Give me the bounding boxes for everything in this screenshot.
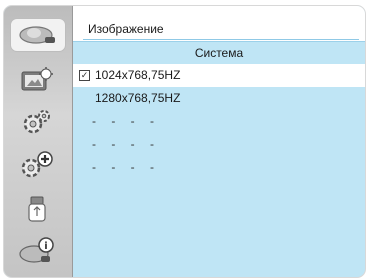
osd-menu-frame: i Изображение Система ✓ 1024x768,75HZ 12… (3, 5, 366, 278)
checkbox[interactable]: ✓ (79, 70, 90, 81)
projector-info-icon: i (19, 237, 54, 263)
list-item-label: - - - - (92, 160, 160, 174)
projector-icon (19, 26, 55, 44)
list-item[interactable]: - - - - (73, 110, 365, 133)
sidebar-item-expanded-setup[interactable] (14, 149, 60, 181)
svg-text:i: i (44, 241, 47, 252)
submenu-title: Система (73, 42, 365, 64)
list-item-label: - - - - (92, 137, 160, 151)
list-item[interactable]: - - - - (73, 156, 365, 179)
list-item-label: 1280x768,75HZ (95, 91, 181, 105)
sidebar-item-usb[interactable] (14, 193, 60, 225)
list-item[interactable]: - - - - (73, 133, 365, 156)
page-title: Изображение (88, 22, 164, 36)
resolution-list: ✓ 1024x768,75HZ 1280x768,75HZ - - - - - … (73, 64, 365, 179)
sidebar-item-setup[interactable] (14, 106, 60, 138)
list-item-label: 1024x768,75HZ (95, 68, 181, 82)
list-item[interactable]: 1280x768,75HZ (73, 87, 365, 110)
sidebar: i (4, 6, 73, 277)
usb-icon (28, 196, 46, 222)
list-item-label: - - - - (92, 114, 160, 128)
sidebar-item-image[interactable] (14, 64, 60, 96)
list-item[interactable]: ✓ 1024x768,75HZ (73, 64, 365, 87)
sidebar-item-information[interactable]: i (14, 235, 60, 267)
gear-icon (23, 110, 50, 134)
header-divider (83, 39, 359, 40)
image-settings-icon (21, 67, 53, 91)
gear-plus-icon (21, 151, 53, 178)
menu-header: Изображение (73, 6, 365, 42)
sidebar-item-picture[interactable] (10, 18, 66, 52)
